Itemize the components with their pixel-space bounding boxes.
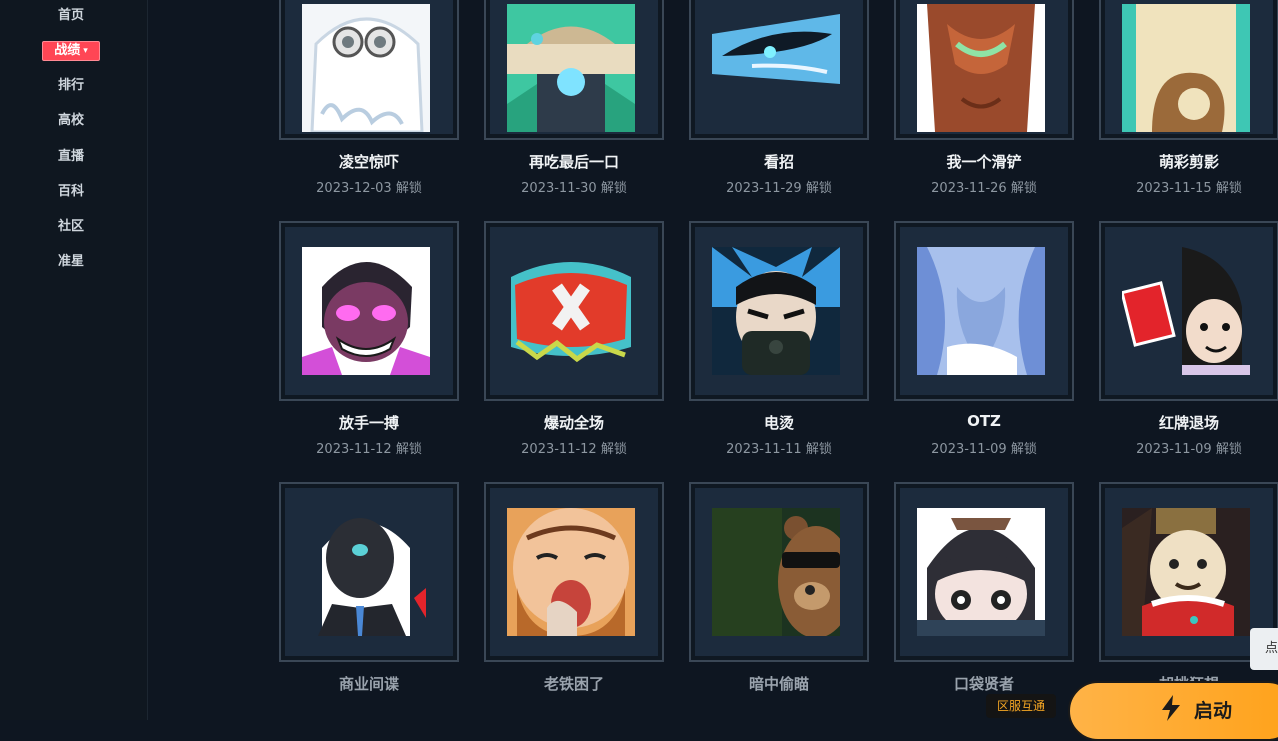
spray-name: OTZ <box>967 412 1001 430</box>
spray-name: 爆动全场 <box>543 414 604 432</box>
spy-spray-icon <box>302 508 430 636</box>
spray-card[interactable] <box>279 221 459 401</box>
nav-item-home[interactable]: 首页 <box>0 6 142 26</box>
spray-name: 老铁困了 <box>543 675 604 693</box>
bear-spray-icon <box>712 508 840 636</box>
spray-grid: 凌空惊吓 2023-12-03 解锁 再吃最后一口 2023-11-30 解锁 … <box>148 0 1278 720</box>
spray-card[interactable] <box>1099 221 1278 401</box>
spray-unlock-date: 2023-11-29 解锁 <box>726 181 832 196</box>
spray-card[interactable] <box>279 0 459 140</box>
grin-spray-icon <box>302 247 430 375</box>
food-spray-icon <box>507 4 635 132</box>
pocket-sage-spray-icon <box>917 508 1045 636</box>
nav-item-college[interactable]: 高校 <box>0 111 142 131</box>
nav-item-crosshair[interactable]: 准星 <box>0 252 142 272</box>
side-tab[interactable]: 点 <box>1250 628 1278 670</box>
spray-name: 萌彩剪影 <box>1158 153 1219 171</box>
spray-card[interactable] <box>484 482 664 662</box>
spray-name: 口袋贤者 <box>953 675 1014 693</box>
spray-name: 再吃最后一口 <box>528 153 619 171</box>
nav-item-live[interactable]: 直播 <box>0 147 142 167</box>
dragon-spray-icon <box>917 4 1045 132</box>
spray-unlock-date: 2023-12-03 解锁 <box>316 181 422 196</box>
spray-unlock-date: 2023-11-26 解锁 <box>931 181 1037 196</box>
spray-card[interactable] <box>894 0 1074 140</box>
nutcracker-spray-icon <box>1122 508 1250 636</box>
yawn-spray-icon <box>507 508 635 636</box>
spray-unlock-date: 2023-11-09 解锁 <box>1136 442 1242 457</box>
spray-name: 看招 <box>763 153 794 171</box>
spray-name: 电烫 <box>763 414 794 432</box>
spray-card[interactable] <box>279 482 459 662</box>
spray-card[interactable] <box>689 221 869 401</box>
spray-unlock-date: 2023-11-15 解锁 <box>1136 181 1242 196</box>
spray-unlock-date: 2023-11-09 解锁 <box>931 442 1037 457</box>
nav-item-community[interactable]: 社区 <box>0 217 142 237</box>
knife-spray-icon <box>712 4 840 132</box>
spray-name: 凌空惊吓 <box>338 153 399 171</box>
spray-card[interactable] <box>894 482 1074 662</box>
lightning-icon <box>1162 695 1180 721</box>
graffiti-spray-icon <box>507 247 635 375</box>
silhouette-spray-icon <box>1122 4 1250 132</box>
masked-agent-spray-icon <box>712 247 840 375</box>
spray-unlock-date: 2023-11-11 解锁 <box>726 442 832 457</box>
spray-name: 我一个滑铲 <box>946 153 1022 171</box>
spray-name: 暗中偷瞄 <box>748 675 809 693</box>
nav-item-record-label: 战绩 <box>54 43 81 58</box>
ghost-spray-icon <box>302 4 430 132</box>
spray-card[interactable] <box>894 221 1074 401</box>
spray-unlock-date: 2023-11-12 解锁 <box>521 442 627 457</box>
spray-card[interactable] <box>484 0 664 140</box>
launch-button-label: 启动 <box>1194 700 1233 722</box>
region-badge: 区服互通 <box>986 694 1056 718</box>
spray-card[interactable] <box>484 221 664 401</box>
nav-item-wiki[interactable]: 百科 <box>0 182 142 202</box>
spray-unlock-date: 2023-11-30 解锁 <box>521 181 627 196</box>
red-card-spray-icon <box>1122 247 1250 375</box>
spray-unlock-date: 2023-11-12 解锁 <box>316 442 422 457</box>
spray-card[interactable] <box>1099 0 1278 140</box>
spray-name: 红牌退场 <box>1158 414 1219 432</box>
sidebar: 首页 战绩 ▾ 排行 高校 直播 百科 社区 准星 <box>0 0 148 720</box>
nav-item-record[interactable]: 战绩 ▾ <box>42 41 100 61</box>
nav-item-ranking[interactable]: 排行 <box>0 76 142 96</box>
spray-card[interactable] <box>689 0 869 140</box>
spray-name: 商业间谍 <box>338 675 399 693</box>
spray-name: 放手一搏 <box>338 414 399 432</box>
caret-down-icon: ▾ <box>83 46 88 56</box>
bow-spray-icon <box>917 247 1045 375</box>
spray-card[interactable] <box>689 482 869 662</box>
